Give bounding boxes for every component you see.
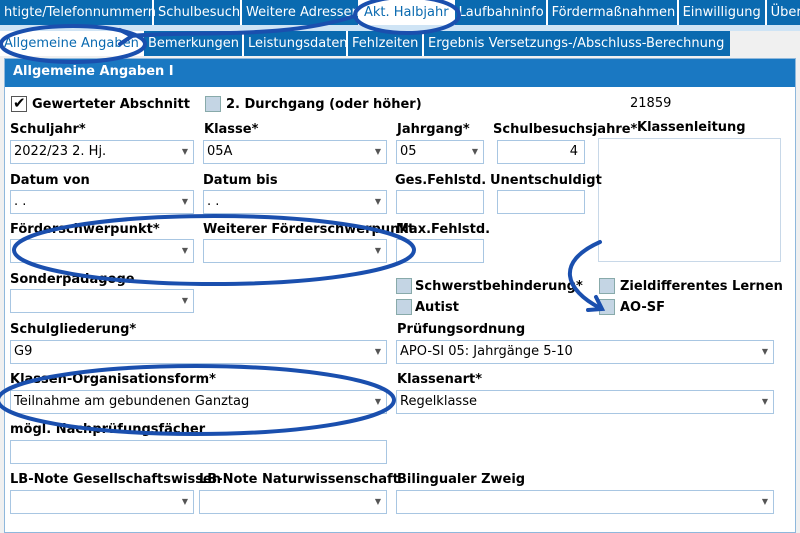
autist-checkbox[interactable]: [396, 299, 412, 315]
weiterer-foerderschwerpunkt-select[interactable]: ▼: [203, 239, 387, 263]
lb-note-natur-select[interactable]: ▼: [199, 490, 387, 514]
max-fehlstd-input[interactable]: [396, 239, 484, 263]
autist-label: Autist: [415, 300, 459, 315]
sonderpaedagoge-select[interactable]: ▼: [10, 289, 194, 313]
datum-bis-label: Datum bis: [203, 173, 278, 188]
klassen-organisationsform-select[interactable]: Teilnahme am gebundenen Ganztag ▼: [10, 390, 387, 414]
chevron-down-icon: ▼: [181, 296, 188, 305]
tab-leistungsdaten[interactable]: Leistungsdaten: [244, 31, 348, 56]
bilingualer-zweig-label: Bilingualer Zweig: [397, 472, 526, 487]
foerderschwerpunkt-label: Förderschwerpunkt*: [10, 222, 160, 237]
pruefungsordnung-select[interactable]: APO-SI 05: Jahrgänge 5-10 ▼: [396, 340, 774, 364]
gewerteter-abschnitt-label: Gewerteter Abschnitt: [32, 97, 190, 112]
record-id: 21859: [630, 96, 672, 111]
chevron-down-icon: ▼: [374, 497, 381, 506]
tab-weitere-adressen[interactable]: Weitere Adressen: [242, 0, 360, 25]
nachpruefungsfaecher-label: mögl. Nachprüfungsfächer: [10, 422, 206, 437]
tab-ueber[interactable]: Über: [767, 0, 800, 25]
tab-allgemeine-angaben[interactable]: Allgemeine Angaben: [0, 31, 144, 56]
gewerteter-abschnitt-checkbox[interactable]: ✔: [11, 94, 27, 112]
datum-von-input[interactable]: . . ▼: [10, 190, 194, 214]
schulgliederung-select[interactable]: G9 ▼: [10, 340, 387, 364]
chevron-down-icon: ▼: [374, 246, 381, 255]
chevron-down-icon: ▼: [374, 147, 381, 156]
datum-bis-input[interactable]: . . ▼: [203, 190, 387, 214]
lb-note-natur-label: LB-Note Naturwissenschaft: [199, 472, 399, 487]
sub-tab-bar: Allgemeine Angaben Bemerkungen Leistungs…: [0, 31, 730, 56]
schulgliederung-label: Schulgliederung*: [10, 322, 137, 337]
chevron-down-icon: ▼: [374, 397, 381, 406]
zieldifferentes-lernen-checkbox[interactable]: [599, 278, 615, 294]
datum-von-label: Datum von: [10, 173, 90, 188]
tab-einwilligung[interactable]: Einwilligung: [679, 0, 767, 25]
tab-laufbahninfo[interactable]: Laufbahninfo: [455, 0, 548, 25]
klasse-label: Klasse*: [204, 122, 259, 137]
sonderpaedagoge-label: Sonderpädagoge: [10, 272, 135, 287]
tab-foerdermassnahmen[interactable]: Fördermaßnahmen: [548, 0, 679, 25]
schulbesuchsjahre-input[interactable]: 4: [497, 140, 585, 164]
klassenleitung-list[interactable]: [598, 138, 781, 262]
foerderschwerpunkt-select[interactable]: ▼: [10, 239, 194, 263]
weiterer-foerderschwerpunkt-label: Weiterer Förderschwerpunkt: [203, 222, 415, 237]
chevron-down-icon: ▼: [181, 246, 188, 255]
chevron-down-icon: ▼: [374, 197, 381, 206]
unentschuldigt-label: Unentschuldigt: [490, 173, 602, 188]
unentschuldigt-input[interactable]: [497, 190, 585, 214]
schulbesuchsjahre-label: Schulbesuchsjahre*: [493, 122, 638, 137]
pruefungsordnung-label: Prüfungsordnung: [397, 322, 526, 337]
chevron-down-icon: ▼: [471, 147, 478, 156]
chevron-down-icon: ▼: [181, 147, 188, 156]
klasse-select[interactable]: 05A ▼: [203, 140, 387, 164]
chevron-down-icon: ▼: [181, 497, 188, 506]
ao-sf-label: AO-SF: [620, 300, 665, 315]
zieldifferentes-lernen-label: Zieldifferentes Lernen: [620, 279, 783, 294]
chevron-down-icon: ▼: [181, 197, 188, 206]
jahrgang-label: Jahrgang*: [397, 122, 470, 137]
schwerstbehinderung-label: Schwerstbehinderung*: [415, 279, 583, 294]
chevron-down-icon: ▼: [761, 347, 768, 356]
tab-fehlzeiten[interactable]: Fehlzeiten: [348, 31, 424, 56]
bilingualer-zweig-select[interactable]: ▼: [396, 490, 774, 514]
klassenart-select[interactable]: Regelklasse ▼: [396, 390, 774, 414]
chevron-down-icon: ▼: [761, 397, 768, 406]
zweiter-durchgang-label: 2. Durchgang (oder höher): [226, 97, 422, 112]
main-tab-bar: htigte/Telefonnummern Schulbesuch Weiter…: [0, 0, 800, 25]
klassen-organisationsform-label: Klassen-Organisationsform*: [10, 372, 216, 387]
max-fehlstd-label: Max.Fehlstd.: [396, 222, 491, 237]
lb-note-gesellschaft-label: LB-Note Gesellschaftswissen: [10, 472, 222, 487]
schwerstbehinderung-checkbox[interactable]: [396, 278, 412, 294]
ao-sf-checkbox[interactable]: [599, 299, 615, 315]
chevron-down-icon: ▼: [374, 347, 381, 356]
tab-ergebnis-versetzung[interactable]: Ergebnis Versetzungs-/Abschluss-Berechnu…: [424, 31, 730, 56]
klassenart-label: Klassenart*: [397, 372, 483, 387]
tab-akt-halbjahr[interactable]: Akt. Halbjahr: [360, 0, 455, 25]
checkmark-icon: ✔: [13, 94, 26, 112]
zweiter-durchgang-checkbox[interactable]: [205, 96, 221, 112]
ges-fehlstd-label: Ges.Fehlstd.: [395, 173, 487, 188]
chevron-down-icon: ▼: [761, 497, 768, 506]
klassenleitung-label: Klassenleitung: [637, 120, 746, 135]
tab-schulbesuch[interactable]: Schulbesuch: [154, 0, 242, 25]
jahrgang-select[interactable]: 05 ▼: [396, 140, 484, 164]
schuljahr-select[interactable]: 2022/23 2. Hj. ▼: [10, 140, 194, 164]
lb-note-gesellschaft-select[interactable]: ▼: [10, 490, 194, 514]
ges-fehlstd-input[interactable]: [396, 190, 484, 214]
tab-telefonnummern[interactable]: htigte/Telefonnummern: [0, 0, 156, 25]
panel-title: Allgemeine Angaben I: [5, 59, 795, 87]
schuljahr-label: Schuljahr*: [10, 122, 86, 137]
nachpruefungsfaecher-input[interactable]: [10, 440, 387, 464]
tab-bemerkungen[interactable]: Bemerkungen: [144, 31, 244, 56]
